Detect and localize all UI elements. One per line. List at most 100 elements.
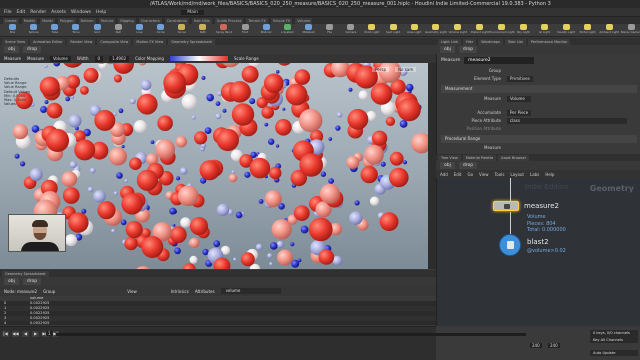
pane-tab[interactable]: Animation Editor: [30, 38, 66, 45]
shelf-tool-button[interactable]: Grid: [89, 24, 106, 36]
node-name-field[interactable]: measure2: [464, 57, 535, 64]
op-mode-select[interactable]: Volume: [50, 55, 71, 62]
shelf-tab[interactable]: Characters: [138, 17, 162, 24]
playback-button[interactable]: ◀◀: [12, 331, 19, 337]
shelf-tab[interactable]: Simple FX: [270, 17, 293, 24]
shelf-tool-button[interactable]: L-System: [279, 24, 296, 36]
shelf-tab[interactable]: Hair Utils: [191, 17, 212, 24]
desktop-selector[interactable]: Main: [181, 9, 205, 15]
sheet-path-drop[interactable]: drop: [22, 278, 42, 285]
network-menu-item[interactable]: Add: [440, 172, 448, 177]
network-pane-tab[interactable]: Asset Browser: [498, 154, 530, 161]
shelf-tab[interactable]: Guide Process: [214, 17, 244, 24]
menu-help[interactable]: Help: [96, 10, 106, 15]
path-drop[interactable]: drop: [22, 46, 42, 53]
pane-tab[interactable]: Motion FX View: [133, 38, 167, 45]
network-menu-item[interactable]: Tools: [495, 172, 505, 177]
measure-node[interactable]: [493, 201, 519, 211]
key-all-channels-button[interactable]: Key All Channels: [593, 338, 635, 342]
shelf-tool-button[interactable]: Caustic Light: [557, 24, 575, 36]
parameter-pane-tab[interactable]: Wordmaps: [478, 38, 503, 45]
shelf-tab[interactable]: Rigging: [118, 17, 136, 24]
shelf-tool-button[interactable]: Environment Light: [489, 24, 515, 36]
shelf-tab[interactable]: Deform: [78, 17, 96, 24]
color-ramp[interactable]: [169, 56, 228, 61]
sheet-path-obj[interactable]: obj: [4, 278, 19, 285]
shelf-tab[interactable]: Terrain FX: [246, 17, 268, 24]
camera-menu[interactable]: No cam: [395, 67, 417, 72]
net-path-drop[interactable]: drop: [458, 162, 478, 169]
shelf-tool-button[interactable]: Portal Light: [579, 24, 596, 36]
shelf-tool-button[interactable]: Path: [194, 24, 211, 36]
shelf-tab[interactable]: Create: [3, 17, 19, 24]
parameter-pane-tab[interactable]: Light Link: [438, 38, 462, 45]
network-menu-item[interactable]: Go: [468, 172, 474, 177]
shelf-tab[interactable]: Constraints: [164, 17, 189, 24]
shelf-tool-button[interactable]: Distant Light: [471, 24, 489, 36]
global-end-frame-field[interactable]: 240: [548, 343, 560, 348]
shelf-tool-button[interactable]: Area Light: [406, 24, 423, 36]
param-element-type-dropdown[interactable]: Primitives: [507, 76, 533, 82]
shelf-tool-button[interactable]: Tube: [46, 24, 63, 36]
op-width-field[interactable]: 0: [94, 55, 104, 62]
network-pane-tab[interactable]: Tree View: [438, 154, 461, 161]
sheet-attributes-field[interactable]: volume: [220, 288, 281, 294]
network-pane-tab[interactable]: Material Palette: [462, 154, 497, 161]
network-menu-item[interactable]: View: [479, 172, 489, 177]
param-accumulate-dropdown[interactable]: Per Piece: [507, 110, 532, 116]
shelf-tool-button[interactable]: Curve: [173, 24, 190, 36]
shelf-tool-button[interactable]: Volume Light: [449, 24, 467, 36]
blast-node[interactable]: [499, 234, 521, 256]
shelf-tab[interactable]: Modify: [21, 17, 38, 24]
measurement-section[interactable]: Measurement: [441, 85, 637, 93]
shelf-tool-button[interactable]: Ambient Light: [599, 24, 619, 36]
viewport-side-toolbar[interactable]: [428, 63, 436, 269]
op-max-field[interactable]: 1.4902: [109, 55, 130, 62]
net-path-obj[interactable]: obj: [440, 162, 455, 169]
parameter-pane-tab[interactable]: Hier: [463, 38, 477, 45]
playback-button[interactable]: |◀: [2, 331, 9, 337]
shelf-tool-button[interactable]: Spot Light: [385, 24, 402, 36]
network-menu-item[interactable]: Labs: [530, 172, 539, 177]
persp-menu[interactable]: Persp: [372, 67, 389, 72]
shelf-tool-button[interactable]: Camera: [342, 24, 359, 36]
network-menu-item[interactable]: Help: [545, 172, 554, 177]
menu-edit[interactable]: Edit: [17, 10, 26, 15]
path-obj[interactable]: obj: [4, 46, 19, 53]
shelf-tool-button[interactable]: Metaball: [300, 24, 317, 36]
shelf-tool-button[interactable]: GI Light: [536, 24, 553, 36]
timeline-track[interactable]: [56, 333, 526, 336]
pane-tab[interactable]: Composite View: [97, 38, 132, 45]
procedural-range-section[interactable]: Procedural Range: [441, 135, 637, 143]
shelf-tab[interactable]: Polygon: [57, 17, 76, 24]
shelf-tool-button[interactable]: Font: [237, 24, 254, 36]
shelf-tool-button[interactable]: File: [321, 24, 338, 36]
column-header[interactable]: volume: [30, 296, 43, 300]
shelf-tool-button[interactable]: Stereo Camera: [621, 24, 640, 36]
menu-assets[interactable]: Assets: [51, 10, 66, 15]
shelf-tab[interactable]: Texture: [98, 17, 116, 24]
shelf-tool-button[interactable]: Sky Light: [515, 24, 532, 36]
shelf-tool-button[interactable]: Spray Paint: [215, 24, 232, 36]
sheet-intrinsics-label[interactable]: Intrinsics: [171, 289, 189, 294]
shelf-tool-button[interactable]: Line: [131, 24, 148, 36]
shelf-tab[interactable]: Volume: [295, 17, 313, 24]
shelf-tool-button[interactable]: Box: [4, 24, 21, 36]
param-piece-attribute-field[interactable]: class: [507, 118, 627, 124]
pane-tab[interactable]: Render View: [67, 38, 96, 45]
pane-tab[interactable]: Geometry Spreadsheet: [168, 38, 215, 45]
shelf-tool-button[interactable]: Geometry Light: [425, 24, 447, 36]
end-frame-field[interactable]: 240: [530, 343, 542, 348]
scene-viewport[interactable]: Defaults Value Range Value Range Default Va…: [0, 63, 428, 269]
shelf-tool-button[interactable]: Torus: [67, 24, 84, 36]
menu-render[interactable]: Render: [30, 10, 46, 15]
shelf-tool-button[interactable]: Circle: [152, 24, 169, 36]
parameter-pane-tab[interactable]: Performance Monitor: [527, 38, 571, 45]
pane-tab[interactable]: Scene View: [2, 38, 29, 45]
param-path-obj[interactable]: obj: [440, 46, 455, 53]
playback-button[interactable]: ▶: [32, 331, 39, 337]
param-path-drop[interactable]: drop: [458, 46, 478, 53]
shelf-tool-button[interactable]: Platonic: [258, 24, 275, 36]
shelf-tool-button[interactable]: Sphere: [25, 24, 42, 36]
shelf-tab[interactable]: Model: [40, 17, 55, 24]
